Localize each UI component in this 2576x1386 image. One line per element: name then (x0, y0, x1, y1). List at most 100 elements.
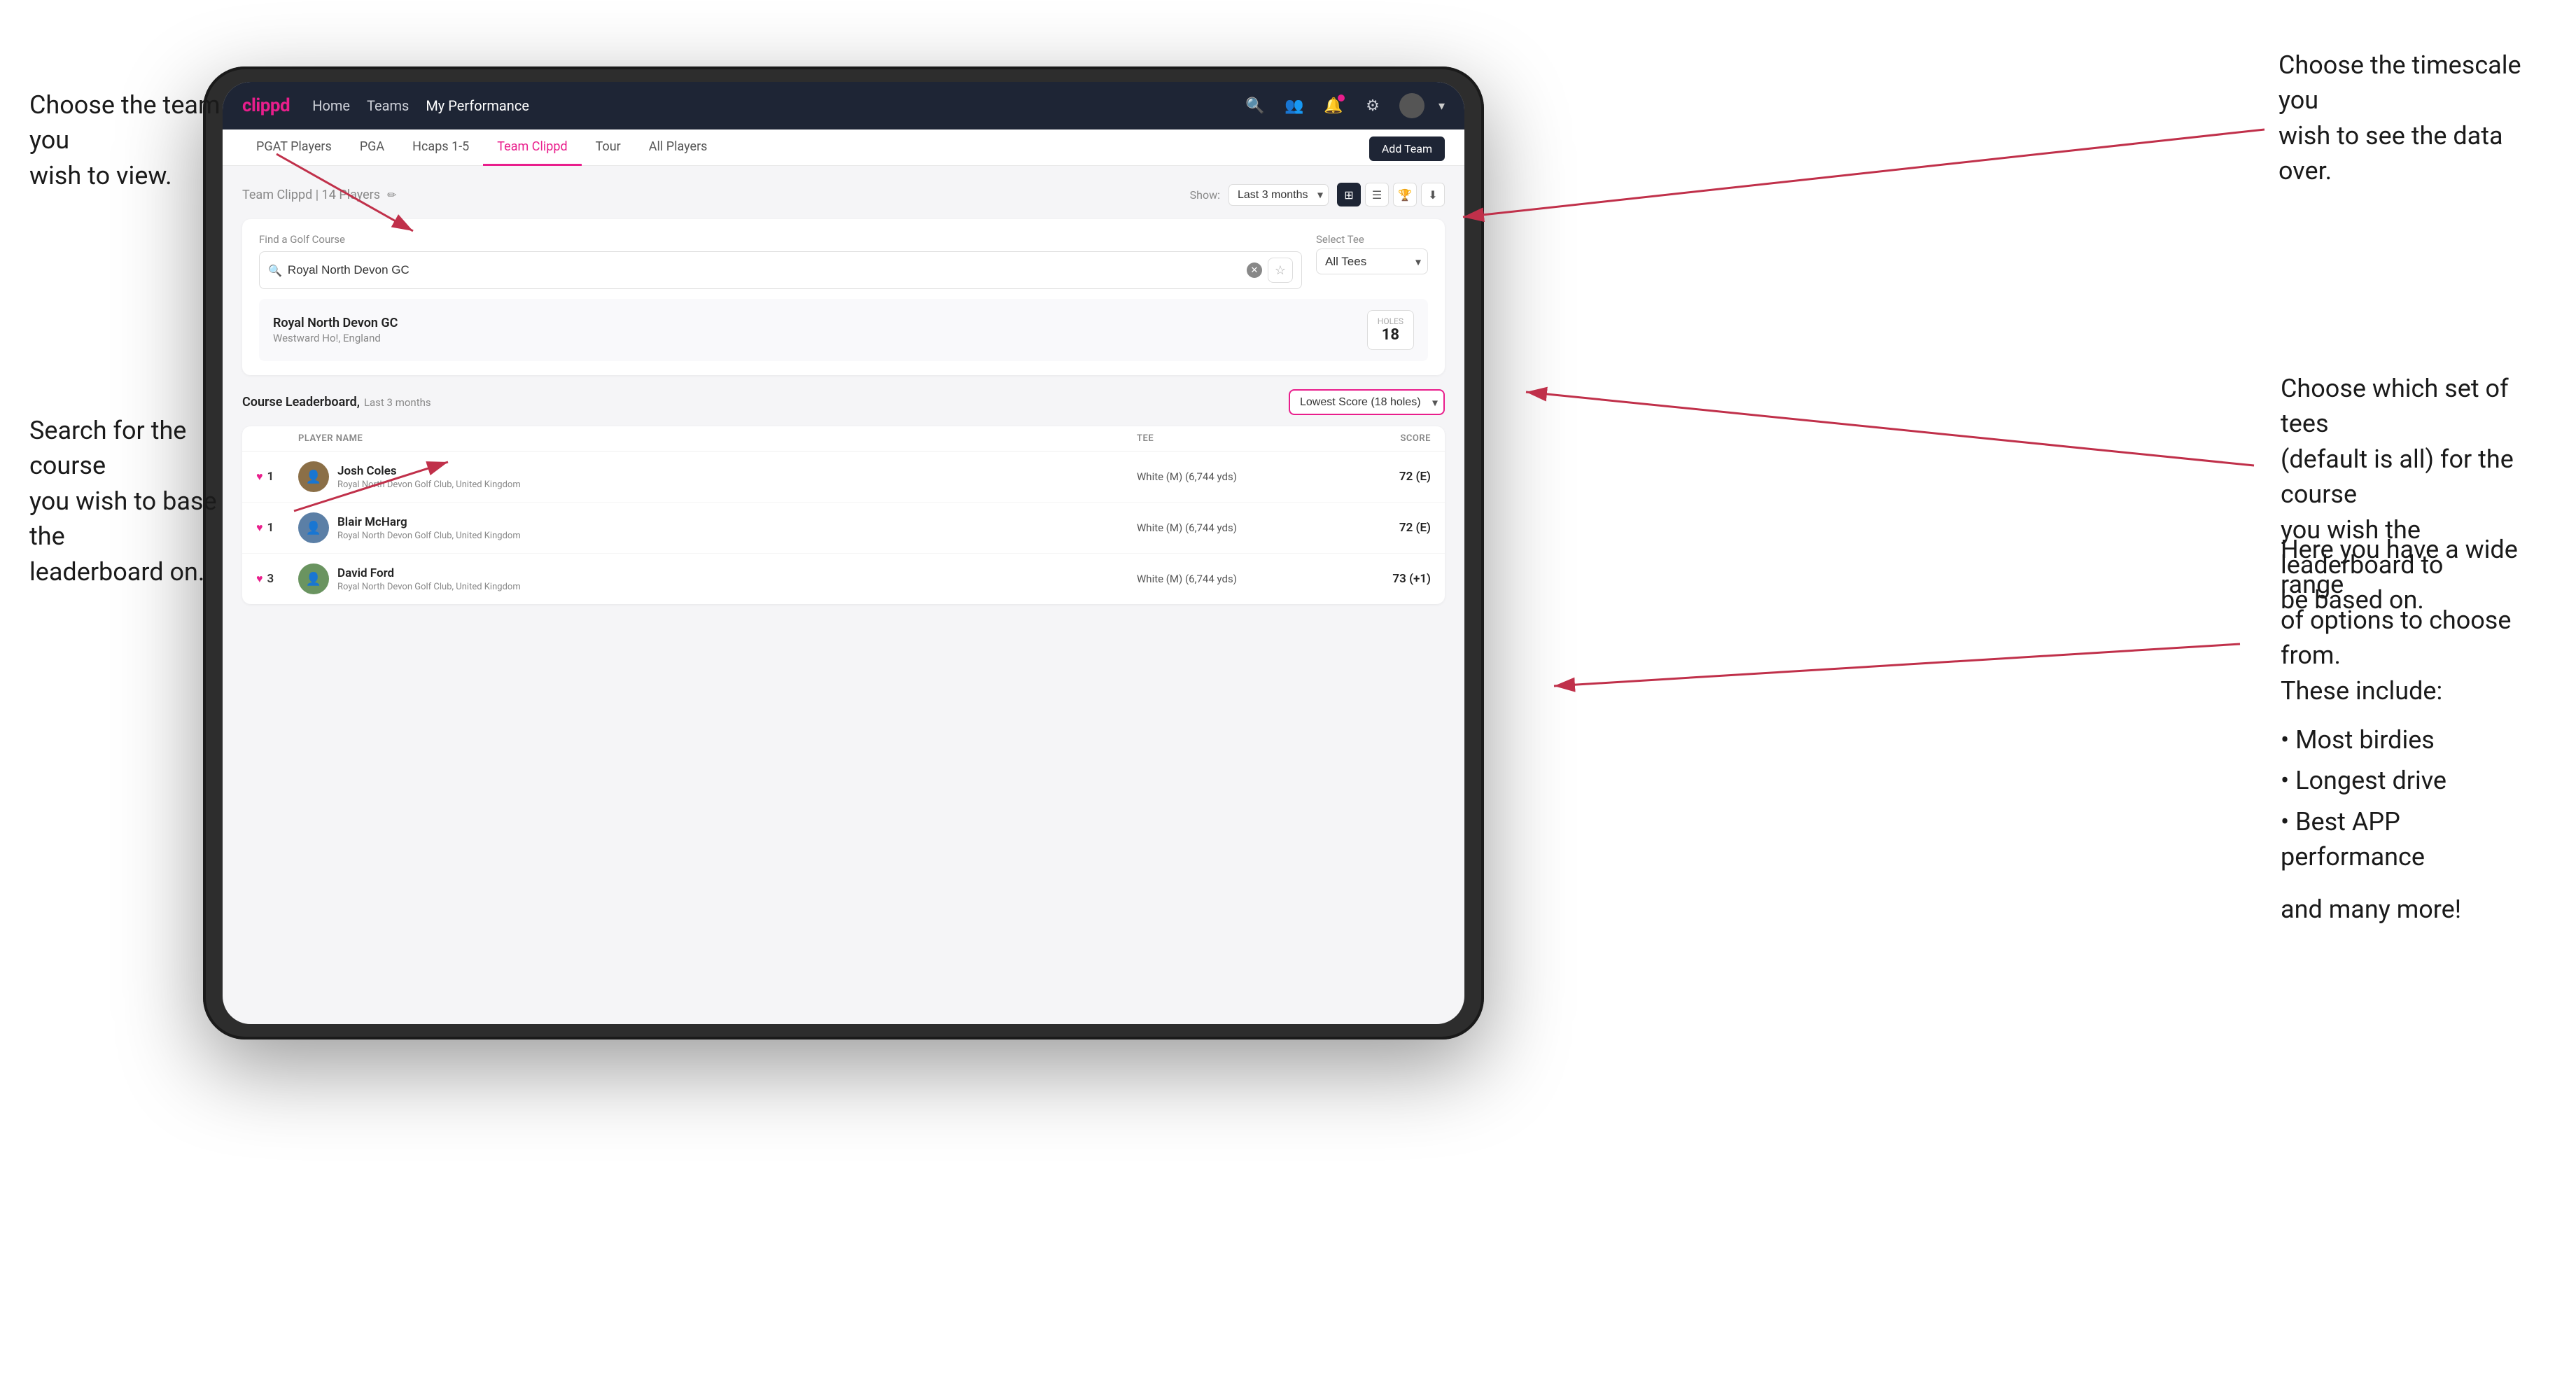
favourite-button[interactable]: ☆ (1268, 258, 1293, 283)
team-title: Team Clippd | 14 Players (242, 188, 380, 202)
bullet-1: Most birdies (2281, 720, 2547, 760)
table-row: ♥ 1 👤 Blair McHarg Royal North Devon Gol… (242, 503, 1445, 554)
tablet-shell: clippd Home Teams My Performance 🔍 👥 🔔 ⚙… (203, 66, 1484, 1040)
show-select[interactable]: Last 3 months (1228, 184, 1329, 206)
tee-select[interactable]: All Tees (1316, 248, 1428, 274)
annotation-bottom-right: Here you have a wide range of options to… (2281, 532, 2547, 927)
leaderboard-title: Course Leaderboard, (242, 395, 360, 410)
table-row: ♥ 3 👤 David Ford Royal North Devon Golf … (242, 554, 1445, 604)
course-search-icon: 🔍 (268, 264, 282, 277)
player-tee-2: White (M) (6,744 yds) (1137, 522, 1319, 534)
tab-tour[interactable]: Tour (582, 130, 635, 166)
team-header: Team Clippd | 14 Players ✏ Show: Last 3 … (242, 183, 1445, 206)
course-result-location: Westward Ho!, England (273, 332, 398, 344)
notification-badge (1338, 94, 1345, 102)
col-tee: TEE (1137, 433, 1319, 444)
leaderboard-header: Course Leaderboard, Last 3 months Lowest… (242, 389, 1445, 415)
player-tee-1: White (M) (6,744 yds) (1137, 470, 1319, 483)
annotation-bullets: Most birdies Longest drive Best APP perf… (2281, 720, 2547, 878)
annotation-mid-left: Search for the course you wish to base t… (29, 413, 246, 589)
tee-select-wrap: Select Tee All Tees ▾ (1316, 233, 1428, 274)
player-rank-1: 1 (267, 470, 274, 484)
leaderboard-table: PLAYER NAME TEE SCORE ♥ 1 👤 J (242, 426, 1445, 604)
col-score: SCORE (1319, 433, 1431, 444)
nav-link-home[interactable]: Home (312, 97, 350, 114)
player-name-3: David Ford (337, 566, 521, 580)
col-player-name: PLAYER NAME (298, 433, 1137, 444)
player-score-3: 73 (+1) (1319, 572, 1431, 586)
player-club-3: Royal North Devon Golf Club, United King… (337, 582, 521, 592)
people-icon[interactable]: 👥 (1282, 93, 1307, 118)
nav-icons: 🔍 👥 🔔 ⚙ ▾ (1242, 93, 1445, 118)
holes-badge: Holes 18 (1367, 310, 1414, 350)
clear-search-button[interactable]: ✕ (1247, 262, 1262, 278)
avatar-chevron: ▾ (1438, 99, 1445, 113)
add-team-button[interactable]: Add Team (1369, 136, 1445, 161)
player-info-2: 👤 Blair McHarg Royal North Devon Golf Cl… (298, 512, 1137, 543)
tab-pga[interactable]: PGA (346, 130, 398, 166)
tab-pgat-players[interactable]: PGAT Players (242, 130, 346, 166)
course-search-input[interactable] (288, 263, 1241, 277)
tab-all-players[interactable]: All Players (635, 130, 722, 166)
player-avatar-1: 👤 (298, 461, 329, 492)
list-view-button[interactable]: ☰ (1365, 183, 1389, 206)
heart-icon-2[interactable]: ♥ (256, 521, 263, 535)
table-header: PLAYER NAME TEE SCORE (242, 426, 1445, 451)
show-label: Show: (1190, 188, 1220, 202)
bullet-2: Longest drive (2281, 760, 2547, 801)
grid-view-button[interactable]: ⊞ (1337, 183, 1361, 206)
app-navbar: clippd Home Teams My Performance 🔍 👥 🔔 ⚙… (223, 82, 1464, 130)
course-result-name: Royal North Devon GC (273, 316, 398, 330)
avatar[interactable] (1399, 93, 1424, 118)
player-info-3: 👤 David Ford Royal North Devon Golf Club… (298, 564, 1137, 594)
holes-label: Holes (1378, 316, 1404, 326)
col-rank (256, 433, 298, 444)
leaderboard-subtitle: Last 3 months (364, 396, 431, 409)
sub-nav: PGAT Players PGA Hcaps 1-5 Team Clippd T… (223, 130, 1464, 166)
tab-hcaps[interactable]: Hcaps 1-5 (398, 130, 483, 166)
course-result: Royal North Devon GC Westward Ho!, Engla… (259, 299, 1428, 361)
and-more-text: and many more! (2281, 892, 2547, 927)
score-type-select[interactable]: Lowest Score (18 holes) (1289, 389, 1445, 415)
player-rank-3: 3 (267, 572, 274, 586)
player-score-1: 72 (E) (1319, 470, 1431, 484)
app-logo: clippd (242, 95, 290, 116)
table-row: ♥ 1 👤 Josh Coles Royal North Devon Golf … (242, 451, 1445, 503)
annotation-bottom-title: Here you have a wide range of options to… (2281, 535, 2518, 706)
player-name-2: Blair McHarg (337, 515, 521, 529)
heart-icon-3[interactable]: ♥ (256, 572, 263, 586)
course-search-input-wrap: 🔍 ✕ ☆ (259, 251, 1302, 289)
edit-team-icon[interactable]: ✏ (387, 188, 396, 202)
nav-link-teams[interactable]: Teams (367, 97, 409, 114)
heart-icon-1[interactable]: ♥ (256, 470, 263, 484)
find-course-label: Find a Golf Course (259, 233, 1302, 246)
settings-icon[interactable]: ⚙ (1360, 93, 1385, 118)
player-club-1: Royal North Devon Golf Club, United King… (337, 479, 521, 490)
player-club-2: Royal North Devon Golf Club, United King… (337, 531, 521, 541)
tablet-screen: clippd Home Teams My Performance 🔍 👥 🔔 ⚙… (223, 82, 1464, 1024)
player-info-1: 👤 Josh Coles Royal North Devon Golf Club… (298, 461, 1137, 492)
player-avatar-2: 👤 (298, 512, 329, 543)
player-rank-2: 1 (267, 521, 274, 535)
trophy-view-button[interactable]: 🏆 (1393, 183, 1417, 206)
bullet-3: Best APP performance (2281, 802, 2547, 878)
player-name-1: Josh Coles (337, 464, 521, 478)
search-icon[interactable]: 🔍 (1242, 93, 1268, 118)
holes-value: 18 (1378, 326, 1404, 344)
team-header-right: Show: Last 3 months ▾ ⊞ ☰ 🏆 ⬇ (1190, 183, 1445, 206)
leaderboard-section: Course Leaderboard, Last 3 months Lowest… (242, 389, 1445, 604)
annotation-top-left: Choose the team you wish to view. (29, 88, 232, 193)
view-icons: ⊞ ☰ 🏆 ⬇ (1337, 183, 1445, 206)
course-search-card: Find a Golf Course 🔍 ✕ ☆ Select Tee Al (242, 219, 1445, 375)
tab-team-clippd[interactable]: Team Clippd (483, 130, 581, 166)
notification-icon[interactable]: 🔔 (1321, 93, 1346, 118)
annotation-top-right: Choose the timescale you wish to see the… (2278, 48, 2544, 189)
player-score-2: 72 (E) (1319, 521, 1431, 535)
nav-link-my-performance[interactable]: My Performance (426, 97, 529, 114)
nav-links: Home Teams My Performance (312, 97, 529, 114)
player-avatar-3: 👤 (298, 564, 329, 594)
main-content: Team Clippd | 14 Players ✏ Show: Last 3 … (223, 166, 1464, 621)
download-button[interactable]: ⬇ (1421, 183, 1445, 206)
tee-select-label: Select Tee (1316, 233, 1428, 246)
player-tee-3: White (M) (6,744 yds) (1137, 573, 1319, 585)
